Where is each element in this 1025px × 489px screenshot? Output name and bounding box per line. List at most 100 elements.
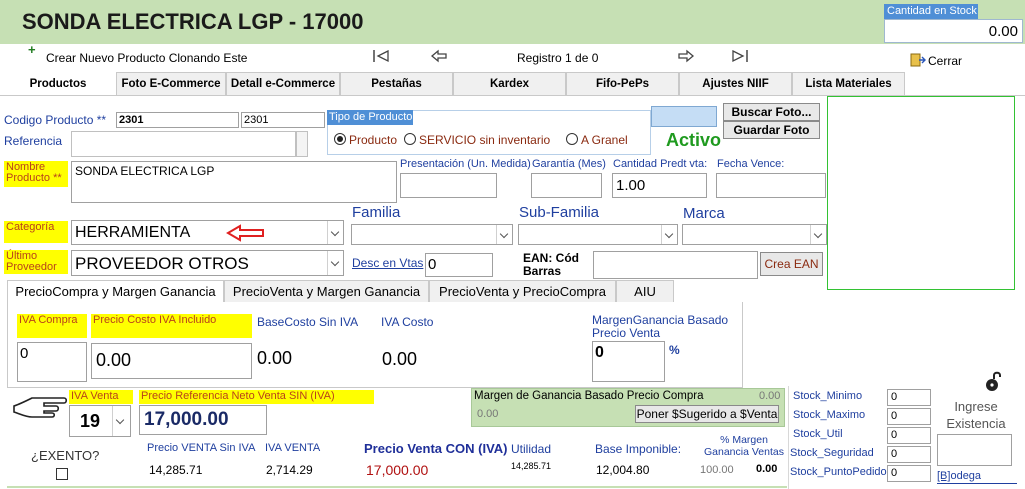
last-record-icon[interactable]	[730, 48, 750, 64]
margin-sale-field[interactable]: 0	[592, 341, 665, 382]
save-photo-button[interactable]: Guardar Foto	[723, 121, 820, 139]
clone-product-button[interactable]: Crear Nuevo Producto Clonando Este	[46, 51, 247, 65]
subfamily-label: Sub-Familia	[519, 204, 600, 221]
product-code-field[interactable]: 2301	[116, 112, 239, 128]
sales-discount-field[interactable]: 0	[425, 253, 493, 277]
ingress-stock-label: Ingrese Existencia	[946, 399, 1006, 431]
utility-value: 14,285.71	[511, 461, 552, 471]
stock-min-label[interactable]: Stock_Minimo	[793, 390, 862, 402]
photo-panel	[827, 96, 1015, 290]
iva-sale-dropdown-icon[interactable]	[112, 406, 130, 436]
radio-servicio-label[interactable]: SERVICIO sin inventario	[419, 133, 550, 147]
price-no-iva-label: Precio VENTA Sin IVA	[147, 442, 256, 454]
tab-fifo-peps[interactable]: Fifo-PePs	[566, 72, 679, 96]
price-with-iva-label: Precio Venta CON (IVA)	[364, 441, 508, 456]
ref-price-field[interactable]: 17,000.00	[139, 405, 267, 435]
iva-purchase-field[interactable]: 0	[17, 342, 87, 382]
family-select[interactable]	[351, 224, 513, 245]
reference-field[interactable]	[71, 131, 296, 157]
bottom-strip	[7, 486, 787, 488]
iva-sale-select[interactable]: 19	[69, 405, 131, 437]
brand-select[interactable]	[682, 224, 827, 245]
tab-pestanas[interactable]: Pestañas	[340, 72, 453, 96]
brand-label: Marca	[683, 205, 725, 222]
brand-dropdown-icon[interactable]	[810, 225, 826, 244]
tab-kardex[interactable]: Kardex	[453, 72, 566, 96]
exento-checkbox[interactable]	[56, 468, 68, 480]
tab-ajustes-niif[interactable]: Ajustes NIIF	[679, 72, 792, 96]
category-select[interactable]: HERRAMIENTA	[71, 220, 344, 245]
reference-label: Referencia	[4, 134, 63, 148]
subfamily-select[interactable]	[518, 224, 678, 245]
stock-safety-label[interactable]: Stock_Seguridad	[790, 447, 874, 459]
iva-purchase-label: IVA Compra	[17, 314, 87, 338]
bodega-underline	[937, 483, 1017, 484]
stock-reorder-field[interactable]: 0	[887, 465, 931, 482]
stock-quantity-field[interactable]: 0.00	[884, 19, 1023, 43]
close-button[interactable]: Cerrar	[928, 54, 962, 68]
stock-max-field[interactable]: 0	[887, 408, 931, 425]
radio-producto[interactable]	[334, 133, 346, 145]
tab-precio-compra[interactable]: PrecioCompra y Margen Ganancia	[7, 280, 224, 302]
tab-productos[interactable]: Productos	[0, 72, 116, 96]
next-record-icon[interactable]	[676, 48, 696, 64]
tab-precio-venta-compra[interactable]: PrecioVenta y PrecioCompra	[429, 280, 616, 302]
previous-record-icon[interactable]	[429, 48, 449, 64]
search-photo-button[interactable]: Buscar Foto...	[723, 103, 820, 121]
product-code-field-2[interactable]: 2301	[241, 112, 325, 128]
unlock-icon[interactable]	[984, 370, 1004, 392]
supplier-select[interactable]: PROVEEDOR OTROS	[71, 250, 344, 276]
cost-iva-field[interactable]: 0.00	[91, 343, 252, 379]
radio-granel-label[interactable]: A Granel	[581, 133, 628, 147]
presentation-field[interactable]	[400, 173, 497, 198]
tab-detall-ecommerce[interactable]: Detall e-Commerce	[226, 72, 340, 96]
first-record-icon[interactable]	[371, 48, 391, 64]
main-tabs: Productos Foto E-Commerce Detall e-Comme…	[0, 72, 905, 96]
radio-servicio[interactable]	[404, 133, 416, 145]
iva-sale-amount-value: 2,714.29	[266, 463, 313, 477]
stock-min-field[interactable]: 0	[887, 389, 931, 406]
iva-sale-amount-label: IVA VENTA	[265, 442, 321, 454]
tab-aiu[interactable]: AIU	[616, 280, 674, 302]
default-qty-label: Cantidad Predt vta:	[613, 158, 708, 170]
radio-granel[interactable]	[566, 133, 578, 145]
base-cost-label: BaseCosto Sin IVA	[257, 315, 359, 329]
stock-util-field[interactable]: 0	[887, 427, 931, 444]
family-dropdown-icon[interactable]	[496, 225, 512, 244]
default-qty-field[interactable]: 1.00	[612, 173, 707, 198]
margin-purchase-value-2: 0.00	[477, 408, 499, 420]
supplier-value: PROVEEDOR OTROS	[75, 254, 249, 273]
category-label: Categoría	[4, 221, 68, 243]
product-code-label: Codigo Producto **	[4, 113, 107, 127]
margin-purchase-value: 0.00	[759, 390, 781, 402]
subfamily-dropdown-icon[interactable]	[661, 225, 677, 244]
stock-util-label[interactable]: Stock_Util	[793, 428, 843, 440]
tab-lista-materiales[interactable]: Lista Materiales	[792, 72, 905, 96]
iva-cost-value: 0.00	[382, 349, 418, 369]
taxable-base-label: Base Imponible:	[595, 442, 682, 456]
price-no-iva-value: 14,285.71	[149, 463, 203, 477]
tab-precio-venta-margen[interactable]: PrecioVenta y Margen Ganancia	[224, 280, 429, 302]
stock-reorder-label[interactable]: Stock_PuntoPedido	[790, 466, 887, 478]
product-type-label: Tipo de Producto	[327, 110, 413, 125]
ean-field[interactable]	[593, 251, 758, 279]
expiry-date-field[interactable]	[716, 173, 826, 198]
category-dropdown-icon[interactable]	[327, 221, 343, 244]
ingress-stock-field[interactable]	[937, 434, 1012, 466]
supplier-dropdown-icon[interactable]	[327, 251, 343, 275]
reference-scroll[interactable]	[296, 131, 308, 157]
create-ean-button[interactable]: Crea EAN	[760, 252, 823, 276]
sales-margin-pct-label: % Margen Ganancia Ventas	[704, 434, 784, 458]
ean-label: EAN: Cód Barras	[523, 251, 579, 278]
product-name-field[interactable]: SONDA ELECTRICA LGP	[71, 161, 397, 203]
warranty-field[interactable]	[531, 173, 602, 198]
photo-path-field[interactable]	[651, 106, 717, 127]
last-supplier-label: Último Proveedor	[4, 250, 68, 274]
suggest-price-button[interactable]: Poner $Sugerido a $Venta	[635, 405, 779, 423]
stock-max-label[interactable]: Stock_Maximo	[793, 409, 865, 421]
tab-foto-ecommerce[interactable]: Foto E-Commerce	[116, 72, 226, 96]
bodega-key: [B]	[937, 470, 951, 482]
radio-producto-label[interactable]: Producto	[349, 133, 397, 147]
bodega-link[interactable]: [B]odega	[937, 470, 981, 482]
stock-safety-field[interactable]: 0	[887, 446, 931, 463]
